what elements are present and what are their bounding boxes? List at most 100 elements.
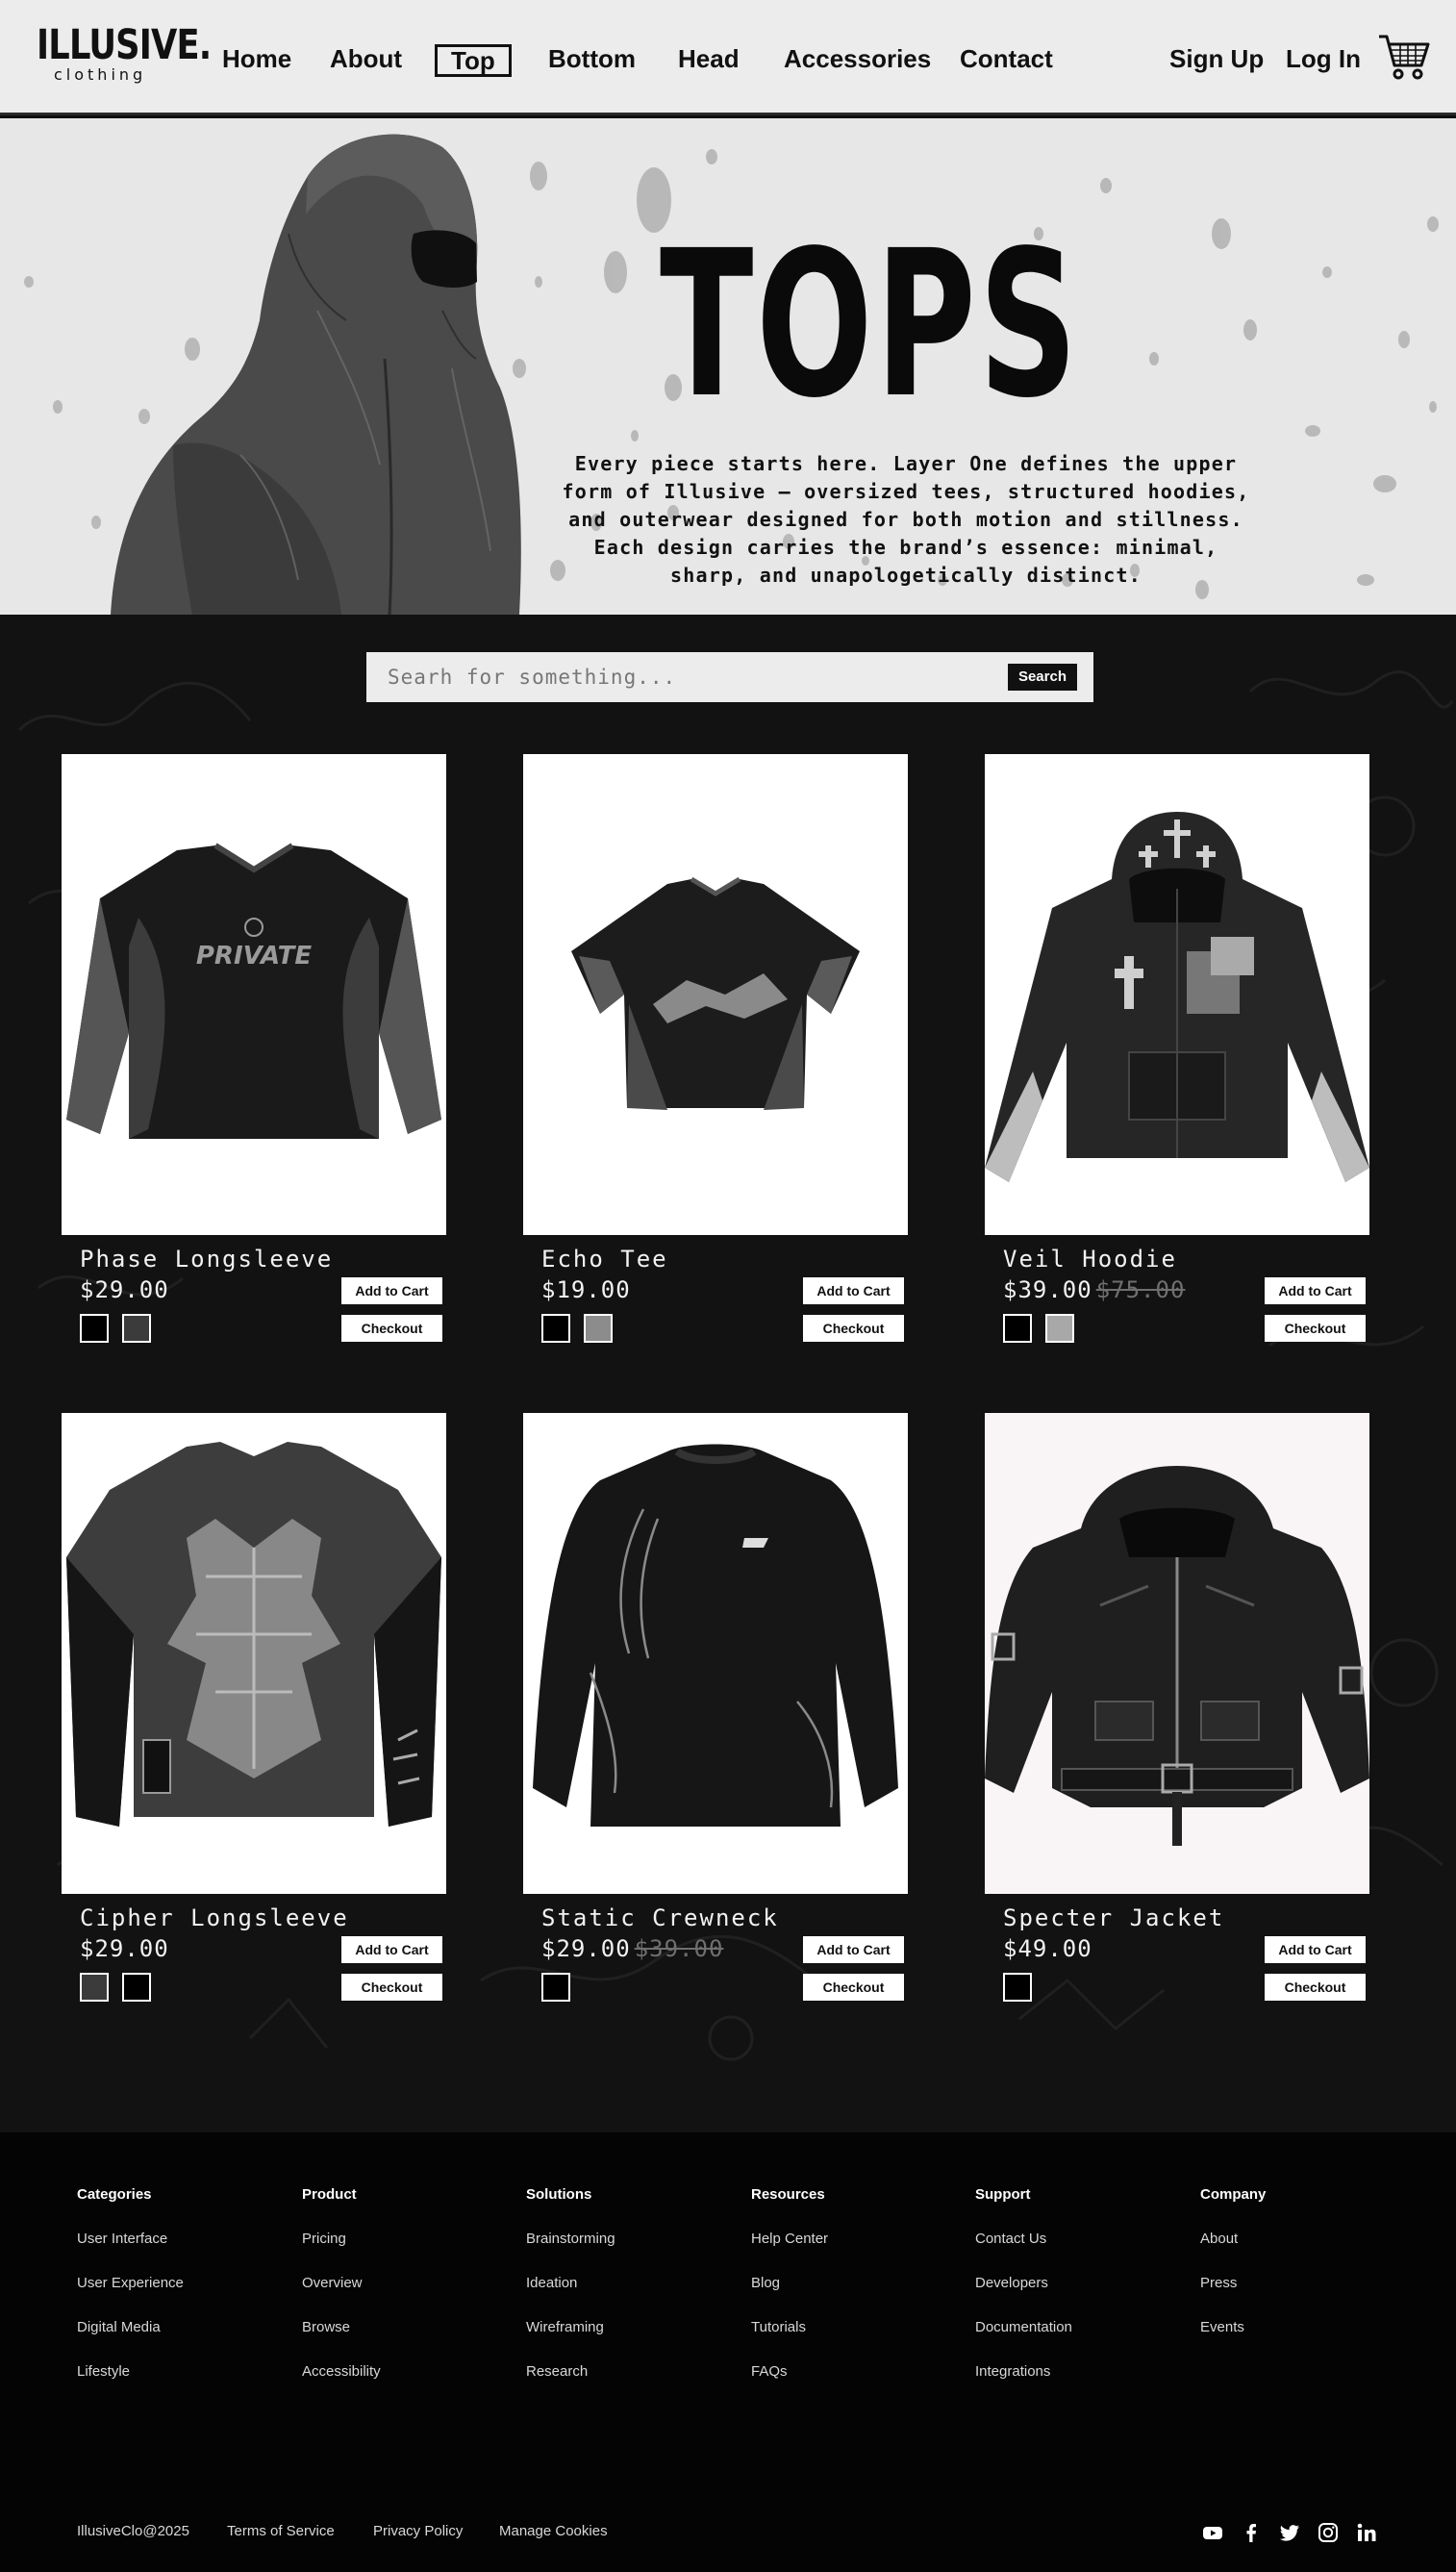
product-name: Cipher Longsleeve — [80, 1904, 349, 1931]
footer-link[interactable]: Events — [1200, 2318, 1266, 2337]
copyright-text: IllusiveClo@2025 — [77, 2523, 189, 2539]
footer-link[interactable]: Developers — [975, 2274, 1072, 2293]
add-to-cart-button[interactable]: Add to Cart — [803, 1936, 904, 1963]
product-image[interactable] — [523, 1413, 908, 1894]
add-to-cart-button[interactable]: Add to Cart — [1265, 1277, 1366, 1304]
product-old-price: $39.00 — [634, 1935, 724, 1962]
shopping-cart-icon[interactable] — [1377, 29, 1431, 83]
product-old-price: $75.00 — [1095, 1276, 1186, 1303]
footer-link[interactable]: Blog — [751, 2274, 828, 2293]
brand-subtitle: clothing — [54, 65, 147, 84]
top-navbar: ILLUSIVE. clothing Home About Top Bottom… — [0, 0, 1456, 115]
product-image[interactable] — [62, 1413, 446, 1894]
checkout-button[interactable]: Checkout — [341, 1974, 442, 2001]
footer-column-company: Company About Press Events — [1200, 2185, 1266, 2362]
add-to-cart-button[interactable]: Add to Cart — [341, 1936, 442, 1963]
linkedin-icon[interactable] — [1356, 2522, 1377, 2543]
color-swatch-gray[interactable] — [584, 1314, 613, 1343]
add-to-cart-button[interactable]: Add to Cart — [341, 1277, 442, 1304]
footer-link[interactable]: Browse — [302, 2318, 381, 2337]
footer-link[interactable]: Press — [1200, 2274, 1266, 2293]
color-swatch-gray[interactable] — [80, 1973, 109, 2002]
product-name: Specter Jacket — [1003, 1904, 1225, 1931]
product-section: Search PRIVATE Phase Longsleeve $29.00 A… — [0, 615, 1456, 2132]
color-swatch-black[interactable] — [1003, 1973, 1032, 2002]
search-bar: Search — [366, 652, 1093, 702]
product-price: $39.00 $75.00 — [1003, 1276, 1186, 1303]
terms-link[interactable]: Terms of Service — [227, 2522, 335, 2541]
product-price: $19.00 — [541, 1276, 631, 1303]
nav-accessories[interactable]: Accessories — [784, 44, 931, 73]
color-swatch-gray[interactable] — [1045, 1314, 1074, 1343]
checkout-button[interactable]: Checkout — [1265, 1974, 1366, 2001]
footer-link[interactable]: Help Center — [751, 2230, 828, 2249]
product-name: Veil Hoodie — [1003, 1246, 1177, 1273]
hero-banner: TOPS Every piece starts here. Layer One … — [0, 118, 1456, 615]
product-image[interactable]: PRIVATE — [62, 754, 446, 1235]
footer-link[interactable]: Contact Us — [975, 2230, 1072, 2249]
product-price: $29.00 — [80, 1935, 169, 1962]
footer-heading: Resources — [751, 2186, 825, 2203]
footer-link[interactable]: FAQs — [751, 2362, 828, 2382]
color-swatch-black[interactable] — [80, 1314, 109, 1343]
checkout-button[interactable]: Checkout — [1265, 1315, 1366, 1342]
color-swatch-black[interactable] — [122, 1973, 151, 2002]
product-name: Echo Tee — [541, 1246, 668, 1273]
footer-column-product: Product Pricing Overview Browse Accessib… — [302, 2185, 381, 2407]
footer-heading: Solutions — [526, 2186, 592, 2203]
search-button[interactable]: Search — [1007, 664, 1077, 691]
product-image[interactable] — [985, 1413, 1369, 1894]
footer-link[interactable]: Overview — [302, 2274, 381, 2293]
nav-home[interactable]: Home — [222, 44, 291, 73]
footer-link[interactable]: Research — [526, 2362, 615, 2382]
add-to-cart-button[interactable]: Add to Cart — [1265, 1936, 1366, 1963]
checkout-button[interactable]: Checkout — [803, 1974, 904, 2001]
footer-column-resources: Resources Help Center Blog Tutorials FAQ… — [751, 2185, 828, 2407]
checkout-button[interactable]: Checkout — [341, 1315, 442, 1342]
nav-bottom[interactable]: Bottom — [548, 44, 636, 73]
footer-link[interactable]: Wireframing — [526, 2318, 615, 2337]
hero-description: Every piece starts here. Layer One defin… — [562, 452, 1250, 587]
site-footer: Categories User Interface User Experienc… — [0, 2132, 1456, 2572]
log-in-link[interactable]: Log In — [1286, 44, 1361, 73]
footer-heading: Product — [302, 2186, 357, 2203]
footer-link[interactable]: User Interface — [77, 2230, 184, 2249]
footer-link[interactable]: Tutorials — [751, 2318, 828, 2337]
footer-link[interactable]: About — [1200, 2230, 1266, 2249]
search-input[interactable] — [366, 652, 982, 702]
footer-link[interactable]: Brainstorming — [526, 2230, 615, 2249]
instagram-icon[interactable] — [1318, 2522, 1339, 2543]
brand-name: ILLUSIVE. — [37, 21, 212, 69]
cookies-link[interactable]: Manage Cookies — [499, 2522, 608, 2541]
color-swatch-black[interactable] — [541, 1973, 570, 2002]
footer-link[interactable]: Integrations — [975, 2362, 1072, 2382]
color-swatch-black[interactable] — [541, 1314, 570, 1343]
nav-contact[interactable]: Contact — [960, 44, 1053, 73]
checkout-button[interactable]: Checkout — [803, 1315, 904, 1342]
footer-link[interactable]: Lifestyle — [77, 2362, 184, 2382]
product-price: $29.00 $39.00 — [541, 1935, 724, 1962]
product-price: $29.00 — [80, 1276, 169, 1303]
product-image[interactable] — [985, 754, 1369, 1235]
sign-up-link[interactable]: Sign Up — [1169, 44, 1264, 73]
nav-head[interactable]: Head — [678, 44, 740, 73]
twitter-icon[interactable] — [1279, 2522, 1300, 2543]
youtube-icon[interactable] — [1202, 2522, 1223, 2543]
privacy-link[interactable]: Privacy Policy — [373, 2522, 463, 2541]
footer-link[interactable]: User Experience — [77, 2274, 184, 2293]
footer-column-support: Support Contact Us Developers Documentat… — [975, 2185, 1072, 2407]
color-swatch-black[interactable] — [1003, 1314, 1032, 1343]
facebook-icon[interactable] — [1241, 2522, 1262, 2543]
footer-heading: Categories — [77, 2186, 152, 2203]
nav-about[interactable]: About — [330, 44, 402, 73]
footer-link[interactable]: Ideation — [526, 2274, 615, 2293]
footer-link[interactable]: Digital Media — [77, 2318, 184, 2337]
footer-link[interactable]: Accessibility — [302, 2362, 381, 2382]
brand-logo[interactable]: ILLUSIVE. clothing — [37, 21, 212, 84]
color-swatch-gray[interactable] — [122, 1314, 151, 1343]
footer-link[interactable]: Documentation — [975, 2318, 1072, 2337]
product-image[interactable] — [523, 754, 908, 1235]
add-to-cart-button[interactable]: Add to Cart — [803, 1277, 904, 1304]
nav-top[interactable]: Top — [435, 44, 512, 77]
footer-link[interactable]: Pricing — [302, 2230, 381, 2249]
